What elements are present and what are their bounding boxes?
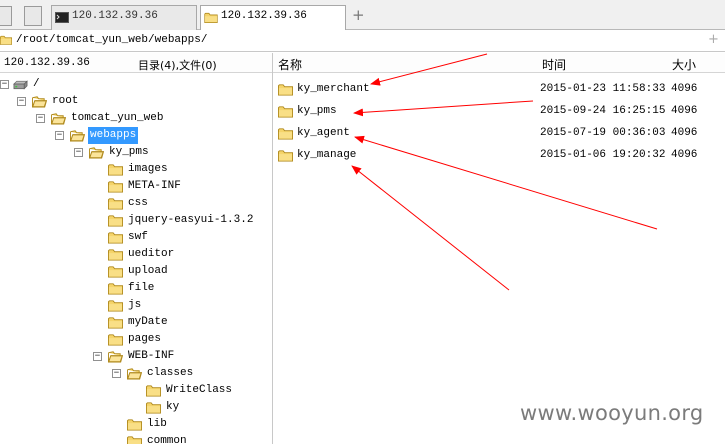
file-row[interactable]: ky_merchant 2015-01-23 11:58:33 4096: [273, 79, 725, 99]
folder-icon: [278, 105, 293, 118]
tree-node-label: upload: [128, 265, 168, 277]
tree-node-label: lib: [147, 418, 167, 430]
collapse-toggle[interactable]: −: [74, 148, 83, 157]
file-size: 4096: [671, 83, 698, 95]
tree-node-label: root: [52, 95, 79, 107]
tree-node-label: myDate: [128, 316, 168, 328]
file-time: 2015-01-06 19:20:32: [540, 149, 666, 161]
file-time: 2015-01-23 11:58:33: [540, 83, 666, 95]
path-add-button[interactable]: +: [708, 32, 719, 47]
file-row[interactable]: ky_agent 2015-07-19 00:36:03 4096: [273, 123, 725, 143]
folder-open-icon: [32, 95, 47, 108]
folder-icon: [278, 83, 293, 96]
new-window-icon[interactable]: [24, 6, 42, 26]
folder-icon: [108, 180, 123, 193]
file-name: ky_manage: [297, 149, 357, 161]
folder-icon: [108, 163, 123, 176]
file-size: 4096: [671, 105, 698, 117]
tree-node-label: jquery-easyui-1.3.2: [128, 214, 254, 226]
folder-open-icon: [89, 146, 104, 159]
drive-icon: [13, 78, 28, 91]
collapse-toggle[interactable]: −: [17, 97, 26, 106]
tree-node-label: images: [128, 163, 168, 175]
folder-icon: [146, 384, 161, 397]
folder-icon: [108, 282, 123, 295]
collapse-toggle[interactable]: −: [93, 352, 102, 361]
tree-node-label: META-INF: [128, 180, 181, 192]
host-label: 120.132.39.36: [4, 57, 90, 69]
tree-node-label-selected: webapps: [88, 127, 139, 144]
add-tab-button[interactable]: +: [352, 7, 365, 23]
file-name: ky_pms: [297, 105, 337, 117]
folder-icon: [108, 248, 123, 261]
column-header-time[interactable]: 时间: [542, 56, 566, 73]
tree-node-label: js: [128, 299, 142, 311]
file-name: ky_merchant: [297, 83, 370, 95]
file-name: ky_agent: [297, 127, 350, 139]
file-row[interactable]: ky_pms 2015-09-24 16:25:15 4096: [273, 101, 725, 121]
folder-icon: [108, 265, 123, 278]
file-list-header: 名称 时间 大小: [273, 53, 725, 73]
folder-open-icon: [70, 129, 85, 142]
folder-icon: [278, 127, 293, 140]
folder-open-icon: [51, 112, 66, 125]
tree-node-label: css: [128, 197, 148, 209]
tab-label: 120.132.39.36: [72, 10, 158, 22]
folder-icon: [108, 197, 123, 210]
tree-node-label: ueditor: [128, 248, 175, 260]
folder-open-icon: [127, 367, 142, 380]
folder-icon: [127, 435, 142, 444]
file-time: 2015-07-19 00:36:03: [540, 127, 666, 139]
file-time: 2015-09-24 16:25:15: [540, 105, 666, 117]
tab-strip: 120.132.39.36 120.132.39.36 +: [0, 0, 725, 31]
collapse-toggle[interactable]: −: [55, 131, 64, 140]
column-header-size[interactable]: 大小: [672, 56, 696, 73]
tree-node-label: WEB-INF: [128, 350, 175, 362]
tree-node-label: file: [128, 282, 155, 294]
folder-icon: [0, 34, 12, 46]
folder-icon: [204, 12, 218, 23]
tree-node-label: ky: [166, 401, 180, 413]
window-menu-icon[interactable]: [0, 6, 12, 26]
column-header-name[interactable]: 名称: [278, 56, 302, 73]
file-row[interactable]: ky_manage 2015-01-06 19:20:32 4096: [273, 145, 725, 165]
watermark: www.wooyun.org: [520, 401, 704, 425]
file-size: 4096: [671, 127, 698, 139]
tab-terminal[interactable]: 120.132.39.36: [51, 5, 197, 30]
tree-header: 120.132.39.36 目录(4),文件(0): [0, 53, 272, 73]
tree-node-label: common: [147, 435, 187, 444]
folder-icon: [146, 401, 161, 414]
collapse-toggle[interactable]: −: [112, 369, 121, 378]
folder-icon: [278, 149, 293, 162]
tab-file-manager[interactable]: 120.132.39.36: [200, 5, 346, 31]
arrow-to-ky-manage: [351, 165, 510, 291]
tree-node-label: ky_pms: [109, 146, 149, 158]
tree-node-label: pages: [128, 333, 162, 345]
folder-open-icon: [108, 350, 123, 363]
tree-node-label: classes: [147, 367, 194, 379]
file-size: 4096: [671, 149, 698, 161]
path-input[interactable]: /root/tomcat_yun_web/webapps/: [16, 34, 207, 46]
folder-icon: [127, 418, 142, 431]
tab-label: 120.132.39.36: [221, 10, 307, 22]
folder-icon: [108, 214, 123, 227]
path-bar[interactable]: /root/tomcat_yun_web/webapps/ +: [0, 30, 725, 52]
folder-icon: [108, 231, 123, 244]
folder-icon: [108, 316, 123, 329]
folder-icon: [108, 299, 123, 312]
tree-node-label: WriteClass: [166, 384, 233, 396]
collapse-toggle[interactable]: −: [36, 114, 45, 123]
tree-node-label: swf: [128, 231, 148, 243]
folder-icon: [108, 333, 123, 346]
tree-node-label: /: [33, 78, 40, 90]
terminal-icon: [55, 12, 69, 23]
directory-tree: − / − root − tomcat_yun_web − webapps − …: [0, 73, 272, 444]
directory-counts: 目录(4),文件(0): [138, 59, 217, 72]
collapse-toggle[interactable]: −: [0, 80, 9, 89]
tree-node-label: tomcat_yun_web: [71, 112, 164, 124]
